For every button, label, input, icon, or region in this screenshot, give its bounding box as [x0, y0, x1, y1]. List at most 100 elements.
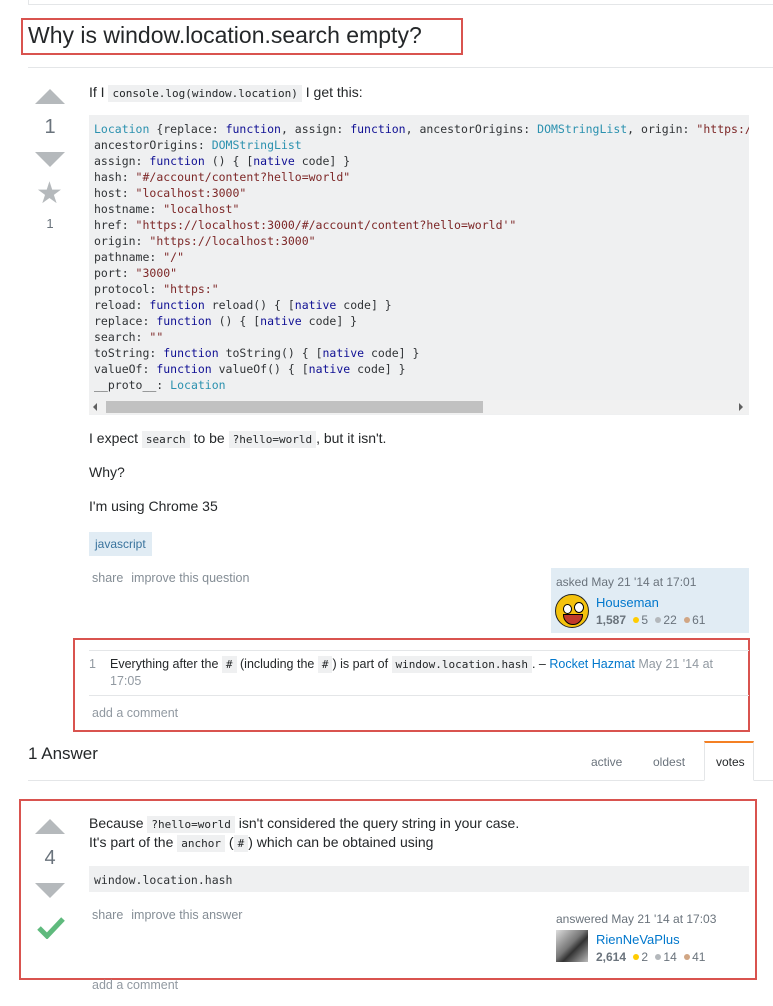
- inline-code: console.log(window.location): [108, 85, 302, 102]
- code-token: function: [350, 122, 406, 136]
- answer-post-menu: share improve this answer: [92, 908, 250, 922]
- question-post-menu: share improve this question: [92, 571, 257, 585]
- answers-divider-right: [754, 780, 773, 781]
- code-token: code] }: [294, 154, 351, 168]
- code-token: native: [308, 362, 351, 376]
- improve-question-link[interactable]: improve this question: [131, 571, 249, 585]
- code-token: code] }: [350, 362, 406, 376]
- code-token: search:: [94, 330, 150, 344]
- code-token: () { [: [211, 314, 261, 328]
- tab-votes[interactable]: votes: [716, 755, 745, 769]
- page-title[interactable]: Why is window.location.search empty?: [28, 22, 422, 49]
- code-token: valueOf:: [94, 362, 157, 376]
- code-token: assign:: [94, 154, 150, 168]
- code-token: function: [156, 362, 212, 376]
- code-token: Location: [94, 122, 150, 136]
- code-token: origin:: [94, 234, 150, 248]
- asker-reputation: 1,587 5 22 61: [596, 613, 706, 627]
- code-token: toString:: [94, 346, 164, 360]
- code-token: native: [322, 346, 365, 360]
- code-token: "": [149, 330, 164, 344]
- code-token: "https://localhost:3000": [149, 234, 316, 248]
- gold-badge-icon: [633, 617, 640, 623]
- code-token: "https://localhost:3000": [696, 122, 749, 136]
- code-token: native: [294, 298, 337, 312]
- inline-code: search: [141, 431, 190, 448]
- favorite-star-icon[interactable]: ★: [36, 179, 63, 209]
- question-code-block: Location {replace: function, assign: fun…: [89, 115, 749, 415]
- question-vote-count: 1: [44, 116, 56, 138]
- comment-score: 1: [89, 657, 96, 671]
- accepted-check-icon[interactable]: [37, 915, 65, 944]
- code-token: , origin:: [627, 122, 697, 136]
- code-token: "https://localhost:3000/#/account/conten…: [135, 218, 517, 232]
- asker-card: asked May 21 '14 at 17:01 Houseman 1,587…: [551, 568, 749, 633]
- answer-count: 1 Answer: [28, 744, 98, 763]
- code-token: "/": [163, 250, 185, 264]
- avatar-mouth: [563, 614, 583, 625]
- asker-name[interactable]: Houseman: [596, 595, 659, 610]
- avatar[interactable]: [555, 594, 589, 628]
- add-answer-comment-link[interactable]: add a comment: [92, 978, 178, 992]
- avatar[interactable]: [556, 930, 588, 962]
- code-token: ancestorOrigins:: [94, 138, 212, 152]
- code-token: "localhost:3000": [135, 186, 247, 200]
- code-token: host:: [94, 186, 136, 200]
- scroll-right-arrow-icon[interactable]: [739, 403, 743, 411]
- code-token: reload:: [94, 298, 150, 312]
- question-downvote-button[interactable]: [35, 152, 65, 167]
- answers-divider: [28, 780, 704, 781]
- answerer-reputation: 2,614 2 14 41: [596, 950, 706, 964]
- bronze-badge-icon: [684, 617, 691, 623]
- answer-upvote-button[interactable]: [35, 819, 65, 834]
- question-intro: If I console.log(window.location) I get …: [89, 84, 363, 102]
- silver-badge-icon: [655, 617, 662, 623]
- code-token: , ancestorOrigins:: [405, 122, 538, 136]
- answer-downvote-button[interactable]: [35, 883, 65, 898]
- add-comment-link[interactable]: add a comment: [92, 706, 178, 720]
- code-token: "https:": [163, 282, 219, 296]
- code-token: href:: [94, 218, 136, 232]
- improve-answer-link[interactable]: improve this answer: [131, 908, 242, 922]
- code-token: code] }: [364, 346, 420, 360]
- question-upvote-button[interactable]: [35, 89, 65, 104]
- favorite-count: 1: [46, 216, 54, 231]
- code-token: function: [163, 346, 219, 360]
- tag-javascript[interactable]: javascript: [89, 532, 152, 556]
- title-divider: [28, 67, 773, 68]
- tab-active[interactable]: active: [591, 755, 622, 769]
- share-link[interactable]: share: [92, 908, 123, 922]
- answerer-name[interactable]: RienNeVaPlus: [596, 932, 680, 947]
- scrollbar-thumb[interactable]: [106, 401, 483, 413]
- asked-timestamp: asked May 21 '14 at 17:01: [556, 575, 697, 589]
- code-token: protocol:: [94, 282, 164, 296]
- gold-badge-icon: [633, 954, 640, 960]
- silver-badge-icon: [655, 954, 662, 960]
- code-token: , assign:: [280, 122, 351, 136]
- code-token: replace:: [94, 314, 157, 328]
- code-token: DOMStringList: [537, 122, 628, 136]
- share-link[interactable]: share: [92, 571, 123, 585]
- header-divider: [28, 0, 773, 5]
- answer-code-block: window.location.hash: [89, 866, 749, 892]
- code-token: valueOf() { [: [211, 362, 309, 376]
- answer-code: window.location.hash: [94, 873, 233, 887]
- code-token: code] }: [301, 314, 358, 328]
- comment-text: Everything after the # (including the #)…: [110, 656, 713, 688]
- code-token: toString() { [: [218, 346, 323, 360]
- code-token: hostname:: [94, 202, 164, 216]
- answer-line-2: It's part of the anchor (#) which can be…: [89, 834, 434, 852]
- code-token: "3000": [135, 266, 178, 280]
- code-token: native: [260, 314, 302, 328]
- bronze-badge-icon: [684, 954, 691, 960]
- code-token: code] }: [336, 298, 392, 312]
- comment-author[interactable]: Rocket Hazmat: [549, 657, 634, 671]
- scroll-left-arrow-icon[interactable]: [93, 403, 97, 411]
- code-token: DOMStringList: [211, 138, 302, 152]
- answer-line-1: Because ?hello=world isn't considered th…: [89, 815, 520, 833]
- code-token: native: [253, 154, 295, 168]
- question-chrome: I'm using Chrome 35: [89, 498, 218, 514]
- horizontal-scrollbar[interactable]: [89, 400, 749, 414]
- tab-oldest[interactable]: oldest: [653, 755, 685, 769]
- code-token: reload() { [: [204, 298, 295, 312]
